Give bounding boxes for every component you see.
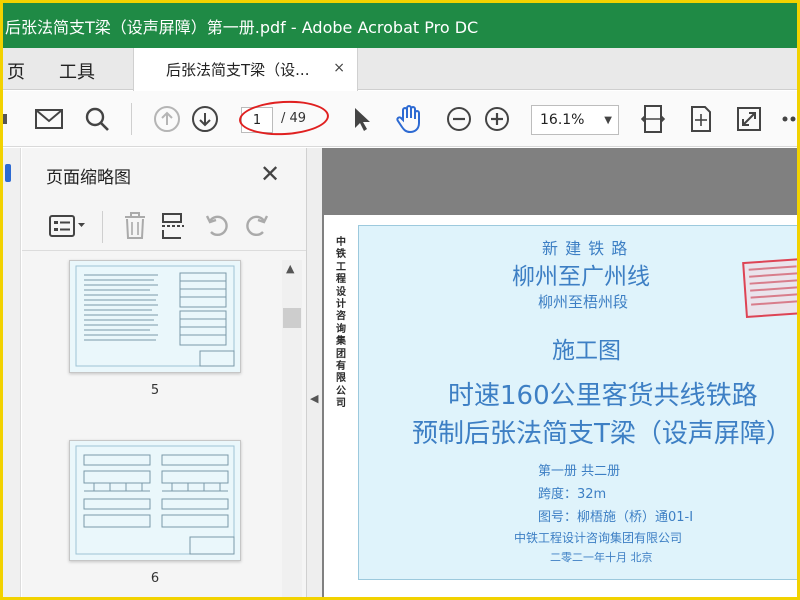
delete-icon[interactable] (120, 211, 150, 241)
document-view[interactable]: 中铁工程设计咨询集团有限公司 新 建 铁 路 柳州至广州线 柳州至梧州段 施工图… (322, 148, 797, 597)
tab-close-icon[interactable]: × (333, 60, 345, 76)
thumbnails-panel: 页面缩略图 ✕ 5 6 ▲ (22, 148, 306, 597)
insert-page-icon[interactable] (158, 211, 188, 241)
hand-tool-icon[interactable] (395, 105, 423, 134)
more-options-icon[interactable] (781, 105, 797, 133)
zoom-in-icon[interactable] (483, 105, 511, 133)
panel-separator (102, 211, 103, 243)
cover-line: 时速160公里客货共线铁路 (448, 381, 758, 411)
cover-line: 柳州至广州线 (512, 264, 650, 290)
red-seal-stamp (742, 257, 797, 319)
app-window: 后张法简支T梁（设声屏障）第一册.pdf - Adobe Acrobat Pro… (0, 0, 800, 600)
title-bar: 后张法简支T梁（设声屏障）第一册.pdf - Adobe Acrobat Pro… (3, 3, 797, 48)
close-icon[interactable]: ✕ (260, 160, 280, 188)
chevron-down-icon: ▼ (604, 115, 612, 126)
options-menu-icon[interactable] (48, 211, 88, 241)
email-icon[interactable] (35, 105, 63, 133)
cover-line: 新 建 铁 路 (542, 239, 629, 258)
thumbnail-label: 6 (150, 571, 160, 586)
full-screen-icon[interactable] (735, 105, 763, 133)
zoom-select[interactable]: 16.1% ▼ (531, 105, 619, 135)
toolbar: 1 / 49 16.1% ▼ (3, 91, 797, 147)
tab-label: 后张法简支T梁（设... (166, 61, 310, 79)
thumbnails-list: 5 6 (22, 252, 306, 597)
cover-line: 柳州至梧州段 (538, 293, 629, 311)
pdf-page: 中铁工程设计咨询集团有限公司 新 建 铁 路 柳州至广州线 柳州至梧州段 施工图… (324, 215, 797, 597)
menu-bar: 页 工具 后张法简支T梁（设... × (3, 48, 797, 91)
fit-width-icon[interactable] (639, 105, 667, 133)
fit-page-icon[interactable] (687, 105, 715, 133)
zoom-value: 16.1% (540, 112, 585, 128)
navigation-rail (3, 148, 21, 597)
tab-document[interactable]: 后张法简支T梁（设... × (133, 48, 358, 91)
cover-line: 第一册 共二册 (538, 464, 621, 479)
page-number-input[interactable]: 1 (241, 107, 273, 133)
rotate-left-icon[interactable] (202, 211, 232, 241)
menu-tools[interactable]: 工具 (59, 58, 95, 84)
cover-line: 图号：柳梧施（桥）通01-Ⅰ (538, 510, 694, 525)
side-company-text: 中铁工程设计咨询集团有限公司 (336, 237, 346, 410)
print-icon[interactable] (3, 105, 11, 133)
cover-line: 预制后张法简支T梁（设声屏障） (412, 419, 792, 449)
search-icon[interactable] (83, 105, 111, 133)
thumbnails-nav-icon[interactable] (5, 164, 11, 182)
panel-toolbar (22, 203, 306, 251)
cover-line: 中铁工程设计咨询集团有限公司 (514, 531, 683, 545)
page-total: / 49 (281, 111, 307, 126)
cover-line: 二零二一年十月 北京 (550, 551, 653, 564)
toolbar-separator (131, 103, 132, 135)
scroll-thumb[interactable] (283, 308, 301, 328)
menu-home[interactable]: 页 (7, 58, 25, 84)
rotate-right-icon[interactable] (242, 211, 272, 241)
zoom-out-icon[interactable] (445, 105, 473, 133)
thumbnails-scrollbar[interactable]: ▲ (282, 260, 302, 597)
cover-line: 施工图 (552, 338, 621, 364)
collapse-panel-icon[interactable]: ◀ (310, 392, 318, 405)
page-thumbnail[interactable] (69, 260, 241, 373)
next-page-icon[interactable] (191, 105, 219, 133)
panel-title: 页面缩略图 (46, 168, 131, 188)
select-cursor-icon[interactable] (348, 105, 376, 133)
previous-page-icon[interactable] (153, 105, 181, 133)
panel-splitter[interactable]: ◀ (306, 148, 322, 597)
window-title: 后张法简支T梁（设声屏障）第一册.pdf - Adobe Acrobat Pro… (5, 17, 479, 37)
scroll-up-icon[interactable]: ▲ (286, 262, 294, 275)
thumbnail-label: 5 (150, 383, 160, 398)
cover-line: 跨度：32m (538, 487, 607, 502)
page-thumbnail[interactable] (69, 440, 241, 561)
